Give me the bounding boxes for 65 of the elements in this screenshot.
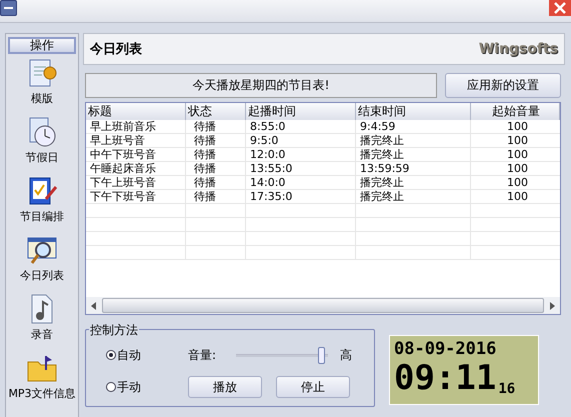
table-cell: 早上班前音乐 (86, 120, 186, 133)
table-cell: 早上班号音 (86, 134, 186, 147)
table-cell: 13:59:59 (356, 162, 471, 175)
table-cell-text: 100 (506, 120, 529, 133)
table-cell: 播完终止 (356, 148, 471, 161)
table-cell: 播完终止 (356, 134, 471, 147)
table-cell: 待播 (186, 176, 246, 189)
sidebar-label: 节假日 (26, 150, 58, 165)
sidebar-item[interactable]: 录音 (26, 290, 58, 349)
brand-logo-text: Wingsofts (478, 41, 558, 57)
table-cell: 待播 (186, 162, 246, 175)
sidebar-label: 节目编排 (20, 209, 64, 224)
group-title: 控制方法 (89, 322, 139, 339)
play-button[interactable]: 播放 (188, 376, 262, 398)
volume-high-label: 高 (340, 346, 352, 364)
table-cell: 下午下班号音 (86, 190, 186, 203)
table-cell-text: 100 (506, 134, 529, 147)
table-cell: 播完终止 (356, 190, 471, 203)
sidebar-label: 模版 (31, 91, 53, 106)
table-cell: 午睡起床音乐 (86, 162, 186, 175)
table-cell: 待播 (186, 120, 246, 133)
column-header[interactable]: 起始音量 (471, 103, 560, 120)
column-header[interactable]: 标题 (86, 103, 186, 120)
sidebar-label: MP3文件信息 (8, 386, 76, 401)
table-cell: 中午下班号音 (86, 148, 186, 161)
sidebar-item[interactable]: 节假日 (26, 113, 58, 172)
sidebar-item[interactable]: 模版 (26, 54, 58, 113)
sidebar-item[interactable]: 今日列表 (20, 231, 64, 290)
table-cell: 下午上班号音 (86, 176, 186, 189)
volume-label: 音量: (188, 346, 218, 364)
table-cell: 9:4:59 (356, 120, 471, 133)
lcd-seconds: 16 (498, 381, 516, 397)
table-cell: 9:5:0 (246, 134, 356, 147)
table-cell: 12:0:0 (246, 148, 356, 161)
table-cell: 17:35:0 (246, 190, 356, 203)
table-cell: 播完终止 (356, 176, 471, 189)
table-cell-text: 100 (506, 190, 529, 203)
radio-option[interactable]: 自动 (106, 346, 188, 364)
table-cell: 待播 (186, 190, 246, 203)
lcd-date: 08-09-2016 (394, 339, 498, 359)
table-cell: 14:0:0 (246, 176, 356, 189)
table-cell: 待播 (186, 134, 246, 147)
horizontal-scrollbar[interactable] (86, 297, 560, 314)
lcd-time: 09:11 (394, 359, 496, 397)
table-cell: 待播 (186, 148, 246, 161)
sidebar-item[interactable]: MP3文件信息 (8, 349, 76, 408)
minimize-button[interactable] (0, 0, 17, 16)
stop-button[interactable]: 停止 (276, 376, 350, 398)
close-button[interactable] (549, 0, 571, 16)
table-cell-text: 100 (506, 148, 529, 161)
column-header[interactable]: 起播时间 (246, 103, 356, 120)
table-cell: 8:55:0 (246, 120, 356, 133)
sidebar-label: 录音 (31, 327, 53, 342)
table-cell-text: 100 (506, 176, 529, 189)
column-header[interactable]: 结束时间 (356, 103, 471, 120)
radio-option[interactable]: 手动 (106, 378, 188, 396)
table-cell-text: 100 (506, 162, 529, 175)
sidebar-label: 今日列表 (20, 268, 64, 283)
schedule-banner: 今天播放星期四的节目表! (85, 73, 437, 98)
page-title: 今日列表 (90, 41, 142, 58)
column-header[interactable]: 状态 (186, 103, 246, 120)
sidebar-header: 操作 (8, 37, 76, 54)
sidebar-item[interactable]: 节目编排 (20, 172, 64, 231)
apply-settings-button[interactable]: 应用新的设置 (445, 73, 561, 98)
table-cell: 13:55:0 (246, 162, 356, 175)
